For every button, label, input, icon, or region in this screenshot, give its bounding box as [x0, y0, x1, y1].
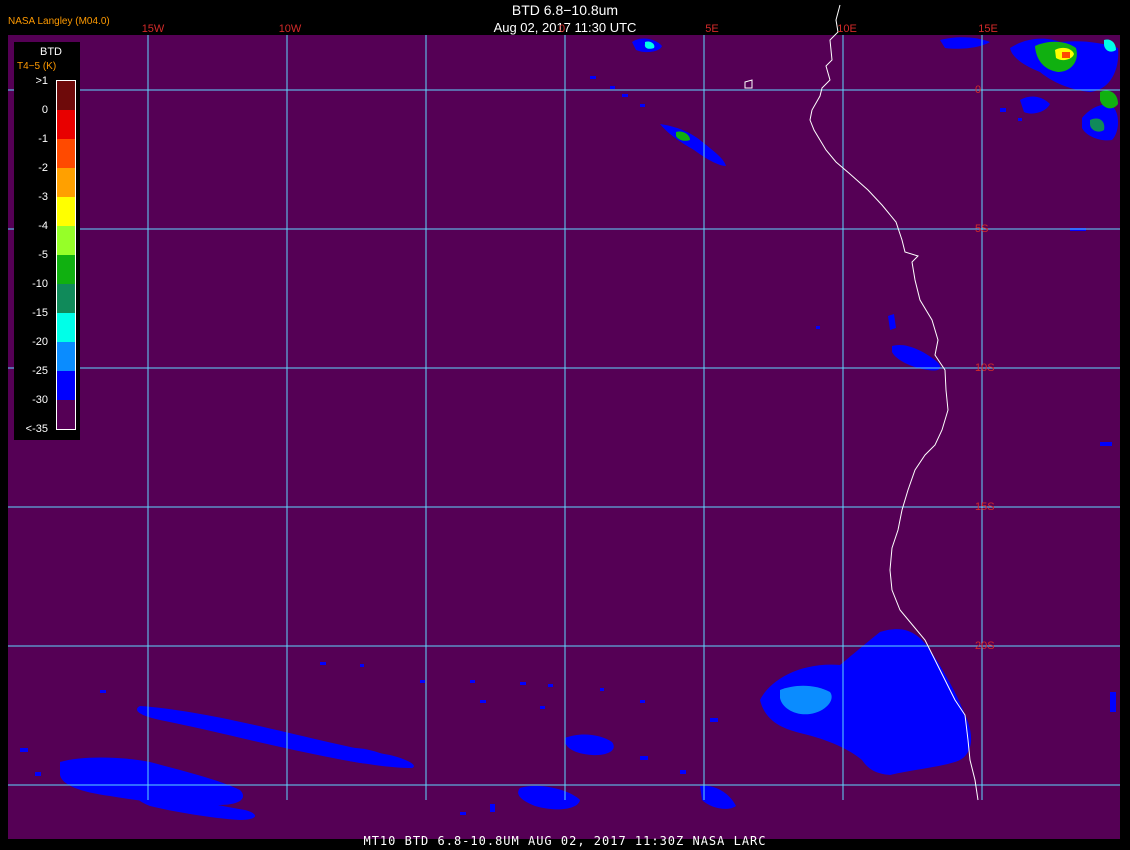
legend-tick-label: -3	[38, 191, 48, 203]
legend-tick-label: -30	[32, 394, 48, 406]
legend-swatch	[57, 371, 75, 400]
legend-swatch	[57, 139, 75, 168]
legend-swatch	[57, 400, 75, 429]
legend-units: T4−5 (K)	[17, 61, 57, 72]
satellite-map	[8, 4, 1120, 839]
legend-tick-label: -10	[32, 278, 48, 290]
legend-tick-label: -1	[38, 133, 48, 145]
legend-swatch	[57, 284, 75, 313]
color-legend: BTD T4−5 (K) >1 0 -1 -2 -3 -4 -5 -10 -15 -20 -25 -3…	[14, 42, 80, 440]
map-title: BTD 6.8−10.8um	[511, 2, 619, 18]
legend-swatch	[57, 110, 75, 139]
legend-tick-label: -5	[38, 249, 48, 261]
lon-label-10e: 10E	[837, 23, 857, 35]
lon-label-0: 0	[558, 23, 566, 35]
legend-swatch	[57, 168, 75, 197]
legend-colorbar	[56, 80, 76, 430]
legend-swatch	[57, 255, 75, 284]
lon-label-5e: 5E	[705, 23, 719, 35]
legend-swatch	[57, 342, 75, 371]
lon-label-15e: 15E	[978, 23, 998, 35]
legend-swatch	[57, 81, 75, 110]
lon-label-15w: 15W	[141, 23, 165, 35]
legend-tick-label: -4	[38, 220, 48, 232]
legend-tick-label: >1	[35, 75, 48, 87]
lat-label-10s: 10S	[975, 362, 995, 374]
legend-tick-label: -2	[38, 162, 48, 174]
cloud-core-ne-orange	[1062, 52, 1070, 58]
lat-label-20s: 20S	[975, 640, 995, 652]
lat-label-5s: 5S	[975, 223, 989, 235]
lat-label-0: 0	[975, 84, 982, 96]
footer-caption: MT10 BTD 6.8-10.8UM AUG 02, 2017 11:30Z …	[363, 834, 767, 848]
legend-tick-label: -15	[32, 307, 48, 319]
legend-title: BTD	[40, 46, 62, 58]
legend-swatch	[57, 313, 75, 342]
lon-label-10w: 10W	[278, 23, 302, 35]
legend-swatch	[57, 226, 75, 255]
legend-tick-label: -25	[32, 365, 48, 377]
lat-label-15s: 15S	[975, 501, 995, 513]
legend-swatch	[57, 197, 75, 226]
legend-tick-label: 0	[41, 104, 48, 116]
legend-tick-label: -20	[32, 336, 48, 348]
legend-tick-label: <-35	[25, 423, 48, 435]
credit-label: NASA Langley (M04.0)	[8, 16, 110, 27]
